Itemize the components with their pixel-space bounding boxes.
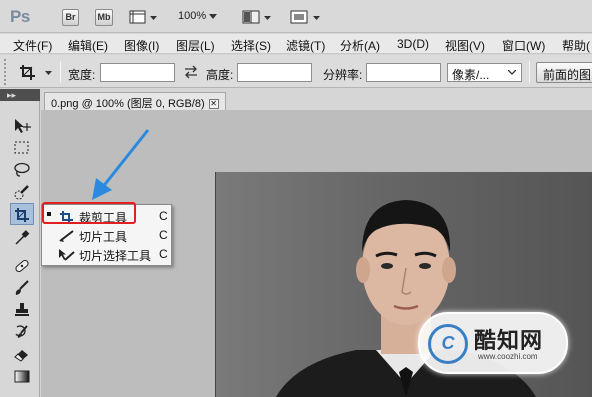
menu-view[interactable]: 视图(V)	[445, 37, 485, 54]
chevron-down-icon	[508, 70, 516, 75]
flyout-item-label: 切片选择工具	[79, 249, 152, 263]
tools-panel-grip[interactable]: ▸▸	[0, 89, 40, 101]
menu-analysis[interactable]: 分析(A)	[340, 37, 380, 54]
options-separator	[60, 61, 61, 83]
menu-help[interactable]: 帮助(	[562, 37, 590, 54]
arrange-documents-icon	[242, 10, 271, 24]
front-image-button[interactable]: 前面的图	[536, 62, 592, 83]
flyout-item-label: 切片工具	[79, 230, 128, 244]
swap-dimensions-button[interactable]	[183, 65, 199, 79]
document-tab[interactable]: 0.png @ 100% (图层 0, RGB/8) ✕	[44, 92, 226, 110]
slice-icon	[59, 230, 74, 242]
resolution-unit-select[interactable]: 像素/...	[447, 63, 522, 82]
flyout-item-shortcut: C	[159, 209, 168, 223]
crop-icon	[20, 65, 52, 80]
eyedropper-icon	[15, 230, 30, 245]
view-extras-icon	[129, 10, 157, 24]
screen-mode-icon	[290, 10, 320, 24]
flyout-item-shortcut: C	[159, 228, 168, 242]
watermark-name: 酷知网	[474, 328, 544, 353]
lasso-icon	[14, 162, 30, 177]
flyout-item-slice-select-tool[interactable]: 切片选择工具 C	[42, 245, 173, 264]
brush-icon	[15, 280, 29, 295]
screen-mode-button[interactable]	[290, 9, 322, 26]
view-extras-button[interactable]	[129, 9, 159, 26]
menu-bar: 文件(F) 编辑(E) 图像(I) 图层(L) 选择(S) 滤镜(T) 分析(A…	[0, 34, 592, 54]
gradient-icon	[14, 370, 30, 383]
menu-file[interactable]: 文件(F)	[13, 37, 52, 54]
flyout-item-shortcut: C	[159, 247, 168, 261]
tools-panel: ▸▸	[0, 89, 40, 397]
width-label: 宽度:	[68, 68, 96, 82]
quick-selection-tool[interactable]	[10, 181, 34, 203]
photoshop-window: Ps Br Mb 100% 文件(F) 编辑(E) 图像(I) 图层(L) 选择…	[0, 0, 592, 397]
lasso-tool[interactable]	[10, 159, 34, 181]
marquee-icon	[14, 141, 29, 154]
menu-filter[interactable]: 滤镜(T)	[286, 37, 325, 54]
height-input[interactable]	[237, 63, 312, 82]
close-document-icon[interactable]: ✕	[208, 99, 219, 110]
resolution-input[interactable]	[366, 63, 441, 82]
menu-3d[interactable]: 3D(D)	[397, 37, 429, 51]
eraser-icon	[14, 350, 28, 362]
menu-window[interactable]: 窗口(W)	[502, 37, 545, 54]
gradient-tool[interactable]	[10, 365, 34, 387]
minibridge-button[interactable]: Mb	[95, 9, 113, 26]
clone-stamp-tool[interactable]	[10, 299, 34, 321]
watermark-url: www.coozhi.com	[478, 352, 538, 361]
menu-select[interactable]: 选择(S)	[231, 37, 271, 54]
slice-select-icon	[59, 249, 75, 261]
crop-icon	[15, 208, 29, 222]
width-input[interactable]	[100, 63, 175, 82]
move-tool[interactable]	[10, 115, 34, 137]
application-bar: Ps Br Mb 100%	[0, 0, 592, 33]
tool-preset-picker[interactable]	[18, 63, 56, 82]
swap-icon	[185, 65, 197, 79]
resolution-unit-value: 像素/...	[452, 68, 490, 82]
move-icon	[15, 119, 31, 133]
arrange-documents-button[interactable]	[242, 9, 272, 26]
menu-image[interactable]: 图像(I)	[124, 37, 159, 54]
document-title: 0.png @ 100% (图层 0, RGB/8)	[51, 98, 205, 110]
menu-edit[interactable]: 编辑(E)	[68, 37, 108, 54]
eyedropper-tool[interactable]	[10, 227, 34, 249]
stamp-icon	[15, 303, 29, 316]
history-brush-icon	[15, 325, 28, 338]
coozhi-watermark: C 酷知网 www.coozhi.com	[418, 312, 568, 374]
annotation-arrow-icon	[92, 129, 150, 200]
options-separator	[529, 61, 530, 83]
crop-tool[interactable]	[10, 203, 34, 225]
options-grip[interactable]	[4, 59, 10, 85]
coozhi-logo-icon: C	[428, 324, 468, 364]
photoshop-logo: Ps	[10, 7, 30, 26]
brush-tool[interactable]	[10, 277, 34, 299]
options-bar: 宽度: 高度: 分辨率: 像素/... 前面的图	[0, 55, 592, 88]
zoom-level[interactable]: 100%	[178, 10, 218, 22]
bandage-icon	[15, 259, 29, 273]
history-brush-tool[interactable]	[10, 321, 34, 343]
healing-brush-tool[interactable]	[10, 255, 34, 277]
bridge-button[interactable]: Br	[62, 9, 79, 26]
marquee-tool[interactable]	[10, 137, 34, 159]
flyout-item-slice-tool[interactable]: 切片工具 C	[42, 226, 173, 245]
menu-layer[interactable]: 图层(L)	[176, 37, 215, 54]
eraser-tool[interactable]	[10, 343, 34, 365]
height-label: 高度:	[206, 68, 234, 82]
highlight-annotation-box	[42, 202, 136, 224]
quick-selection-icon	[14, 185, 29, 200]
resolution-label: 分辨率:	[323, 68, 363, 82]
